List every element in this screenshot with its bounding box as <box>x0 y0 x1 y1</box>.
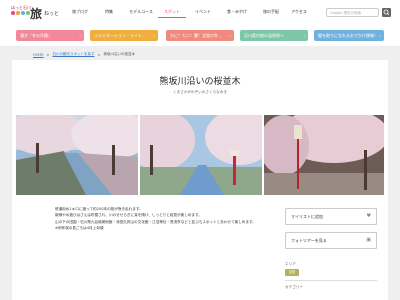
category-buttons: 漫才「冬の冷麵」 › イルミネーション・ライト... › かに！カニ！蟹！北陸の冬.… <box>16 30 384 41</box>
site-logo[interactable]: ほっと石川 旅 ねっと <box>11 5 61 21</box>
chevron-right-icon: › <box>379 33 381 38</box>
breadcrumb: HOME > 石川の観光スポットを探す > 熊坂川沿いの桜並木 <box>33 52 135 57</box>
photo-riverside-2[interactable] <box>140 115 262 195</box>
search-icon[interactable] <box>382 8 391 17</box>
spot-description: 鉄道用水1キロに渡って約200本の桜が咲き乱れます。 新緑や水遊びはさえは吹雪さ… <box>55 206 265 231</box>
category-label: カテゴリー <box>285 285 303 289</box>
page-title: 熊坂川沿いの桜並木 <box>159 77 241 87</box>
category-button-4[interactable]: 石川県内感の温泉地へ › <box>240 30 308 41</box>
nav-model-course[interactable]: モデルコース <box>124 9 158 15</box>
nav-spots[interactable]: スポット <box>158 9 186 18</box>
category-button-1[interactable]: 漫才「冬の冷麵」 › <box>16 30 84 41</box>
nav-blog[interactable]: 旅ブログ <box>66 9 94 15</box>
area-label: エリア <box>285 262 296 266</box>
divider <box>285 280 377 281</box>
category-button-5[interactable]: 暖を取りになれるおでかけ情報！ › <box>314 30 384 41</box>
area-tag[interactable]: 加賀 <box>285 269 299 276</box>
chevron-right-icon: › <box>79 33 81 38</box>
nav-events[interactable]: イベント <box>186 9 220 15</box>
logo-tail: ねっと <box>44 11 60 17</box>
chevron-right-icon: › <box>229 33 231 38</box>
logo-main: 旅 <box>30 7 43 21</box>
global-nav: 旅ブログ 特集 モデルコース スポット イベント 食・みやげ 旅の手配 アクセス <box>66 9 310 18</box>
breadcrumb-home[interactable]: HOME <box>33 53 44 57</box>
add-to-mylist-label: マイリストに追加 <box>291 214 323 219</box>
search-input[interactable]: Google 提供の検索 <box>326 8 379 17</box>
description-line: 山の下の田園・石川県九谷焼美術館・深田久弥山の文化館・江沼神社・長流亭などと並ぶ… <box>55 219 256 224</box>
page-title-reading: くまさかがわぞいのさくらなみき <box>173 90 227 94</box>
photo-tour-label: フォトツアーを見る <box>291 238 327 243</box>
nav-features[interactable]: 特集 <box>94 9 124 15</box>
description-line: ※例年桜の見ごろは4月上旬頃 <box>55 225 104 230</box>
add-to-mylist-button[interactable]: マイリストに追加 ♥ <box>285 208 377 225</box>
photo-riverside-1[interactable] <box>16 115 138 195</box>
nav-travel-arrange[interactable]: 旅の手配 <box>254 9 288 15</box>
chevron-right-icon: › <box>153 33 155 38</box>
site-header: ほっと石川 旅 ねっと 旅ブログ 特集 モデルコース スポット イベント 食・み… <box>0 0 400 25</box>
chevron-right-icon: › <box>303 33 305 38</box>
logo-dots <box>11 11 30 15</box>
breadcrumb-parent[interactable]: 石川の観光スポットを探す <box>53 52 95 57</box>
nav-access[interactable]: アクセス <box>288 9 310 15</box>
category-button-3[interactable]: かに！カニ！蟹！北陸の冬... › <box>166 30 234 41</box>
category-button-2[interactable]: イルミネーション・ライト... › <box>90 30 158 41</box>
nav-food-souvenir[interactable]: 食・みやげ <box>220 9 254 15</box>
breadcrumb-separator: > <box>97 52 101 57</box>
heart-icon: ♥ <box>366 213 371 219</box>
photo-tour-button[interactable]: フォトツアーを見る ▣ <box>285 232 377 249</box>
breadcrumb-separator: > <box>46 52 50 57</box>
camera-icon: ▣ <box>366 237 371 243</box>
photo-riverside-3[interactable] <box>264 115 384 195</box>
breadcrumb-current: 熊坂川沿いの桜並木 <box>103 52 136 56</box>
